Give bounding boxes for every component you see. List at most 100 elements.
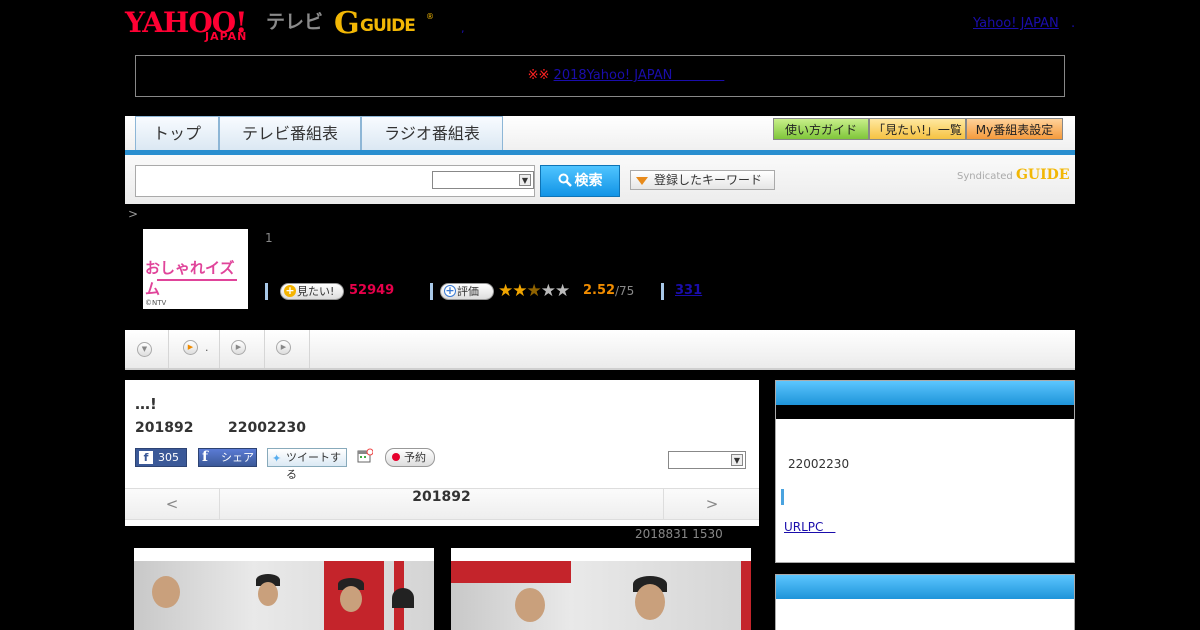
strip-item-1[interactable]: ▶ . xyxy=(169,330,220,368)
play-circle-icon: ▶ xyxy=(276,340,291,355)
pager-date: 201892 xyxy=(412,489,471,505)
syndicated-guide-text: GUIDE xyxy=(1015,167,1070,183)
header-comma: , xyxy=(461,22,465,35)
program-thumbnail-title: おしゃれイズム xyxy=(145,259,235,298)
divider-bar xyxy=(430,283,433,300)
star-icon-half: ★ xyxy=(526,281,541,301)
record-icon xyxy=(392,453,400,461)
want-to-watch-button[interactable]: + 見たい! xyxy=(280,283,344,300)
notice-link[interactable]: 2018Yahoo! JAPAN xyxy=(554,68,725,83)
photo-person-hair xyxy=(392,588,414,608)
pager-prev-button[interactable]: < xyxy=(125,489,220,519)
search-icon xyxy=(558,173,572,187)
date-pager: < 201892 > xyxy=(125,488,759,520)
logo-tv-text[interactable]: テレビ xyxy=(266,7,323,34)
review-count-link[interactable]: 331 xyxy=(675,283,702,298)
strip-item-3[interactable]: ▶ xyxy=(265,330,310,368)
photo-person xyxy=(258,582,278,606)
play-circle-icon: ▶ xyxy=(183,340,198,355)
program-date: 201892 xyxy=(135,420,194,436)
star-icon-filled: ★★ xyxy=(498,281,528,301)
syndicated-g-guide-logo: Syndicated GUIDE xyxy=(957,167,1070,183)
saved-keyword-button[interactable]: 登録したキーワード xyxy=(630,170,775,190)
tweet-button[interactable]: ✦ ツイートする xyxy=(267,448,347,481)
logo-g-text: G xyxy=(334,6,360,41)
facebook-icon: f xyxy=(139,451,153,464)
nav-tab-radio-schedule[interactable]: ラジオ番組表 xyxy=(361,116,503,150)
photo-person xyxy=(635,584,665,620)
facebook-like-button[interactable]: f 305 xyxy=(135,448,187,467)
header-dot: . xyxy=(1071,16,1076,31)
logo-japan-text: JAPAN xyxy=(205,30,248,43)
photo-person xyxy=(152,576,180,608)
facebook-like-count: 305 xyxy=(158,451,179,464)
program-tab-strip: ▼ ▶ . ▶ ▶ xyxy=(125,330,1075,370)
program-title: …! xyxy=(135,395,157,413)
plus-icon: + xyxy=(444,284,456,297)
saved-keyword-label: 登録したキーワード xyxy=(654,173,763,187)
strip-item-menu[interactable]: ▼ xyxy=(125,330,169,368)
nav-tab-tv-schedule[interactable]: テレビ番組表 xyxy=(219,116,361,150)
sidebar-broadcast-box: 22002230 URLPC xyxy=(775,380,1075,563)
rate-button[interactable]: + 評価 xyxy=(440,283,494,300)
search-bar: ▼ 検索 登録したキーワード Syndicated GUIDE xyxy=(125,155,1075,204)
want-to-watch-count: 52949 xyxy=(349,283,395,298)
program-time: 22002230 xyxy=(228,420,306,436)
divider-bar xyxy=(661,283,664,300)
episode-number: 1 xyxy=(265,231,273,245)
breadcrumb: > xyxy=(128,207,139,221)
chevron-down-circle-icon: ▼ xyxy=(137,342,152,357)
reserve-label: 予約 xyxy=(404,451,426,464)
nav-tab-top[interactable]: トップ xyxy=(135,116,219,150)
twitter-bird-icon: ✦ xyxy=(272,452,282,465)
facebook-share-button[interactable]: f シェア xyxy=(198,448,257,467)
photo-red-set xyxy=(741,561,751,630)
rating-stars: ★★★★★ xyxy=(498,281,571,301)
search-button[interactable]: 検索 xyxy=(540,165,620,197)
g-guide-logo[interactable]: G GUIDE ® xyxy=(334,6,434,41)
my-schedule-settings-button[interactable]: My番組表設定 xyxy=(966,118,1063,140)
sidebar-second-box xyxy=(775,574,1075,630)
logo-guide-text: GUIDE xyxy=(360,16,416,36)
global-nav: トップ テレビ番組表 ラジオ番組表 使い方ガイド 「見たい!」一覧 My番組表設… xyxy=(125,116,1075,155)
yahoo-japan-link[interactable]: Yahoo! JAPAN xyxy=(973,16,1059,31)
photo-person xyxy=(340,586,362,612)
star-icon-empty: ★★ xyxy=(540,281,571,301)
updated-timestamp: 2018831 1530 xyxy=(635,527,723,541)
program-photo-2[interactable] xyxy=(451,548,751,630)
yahoo-japan-logo[interactable]: YAHOO! JAPAN xyxy=(125,6,265,43)
want-list-button[interactable]: 「見たい!」一覧 xyxy=(869,118,966,140)
sidebar-url-link[interactable]: URLPC xyxy=(784,518,835,535)
syndicated-text: Syndicated xyxy=(957,171,1013,182)
facebook-share-label: シェア xyxy=(221,451,254,464)
sidebar-box-header xyxy=(776,575,1074,599)
want-to-watch-label: 見たい! xyxy=(297,285,335,298)
chevron-down-icon: ▼ xyxy=(731,454,743,466)
recorder-select[interactable]: ▼ xyxy=(668,451,746,469)
pager-next-button[interactable]: > xyxy=(663,489,760,519)
sidebar-box-subheader xyxy=(776,405,1074,419)
usage-guide-button[interactable]: 使い方ガイド xyxy=(773,118,869,140)
rating-score: 2.52 xyxy=(583,283,616,298)
tweet-label: ツイートする xyxy=(286,451,341,481)
sidebar-broadcast-time: 22002230 xyxy=(788,457,850,471)
rate-label: 評価 xyxy=(457,285,479,298)
thumbnail-copyright: ©NTV xyxy=(145,299,167,307)
photo-red-set xyxy=(451,561,571,583)
program-photo-1[interactable] xyxy=(134,548,434,630)
search-category-select[interactable]: ▼ xyxy=(432,171,534,189)
divider-bar xyxy=(265,283,268,300)
calendar-add-icon[interactable] xyxy=(357,448,373,464)
photo-person xyxy=(515,588,545,622)
program-detail-card: …! 201892 22002230 f 305 f シェア ✦ ツイートする 予約 … xyxy=(125,380,759,526)
triangle-down-icon xyxy=(636,176,648,185)
reserve-button[interactable]: 予約 xyxy=(385,448,435,467)
thumbnail-underline xyxy=(157,279,237,281)
notice-box: ※※ 2018Yahoo! JAPAN xyxy=(135,55,1065,97)
notice-mark: ※※ xyxy=(527,68,550,83)
strip-item-2[interactable]: ▶ xyxy=(220,330,265,368)
plus-icon: + xyxy=(284,284,296,297)
sidebar-box-header xyxy=(776,381,1074,405)
facebook-icon: f xyxy=(202,449,209,465)
chevron-down-icon: ▼ xyxy=(519,174,531,186)
